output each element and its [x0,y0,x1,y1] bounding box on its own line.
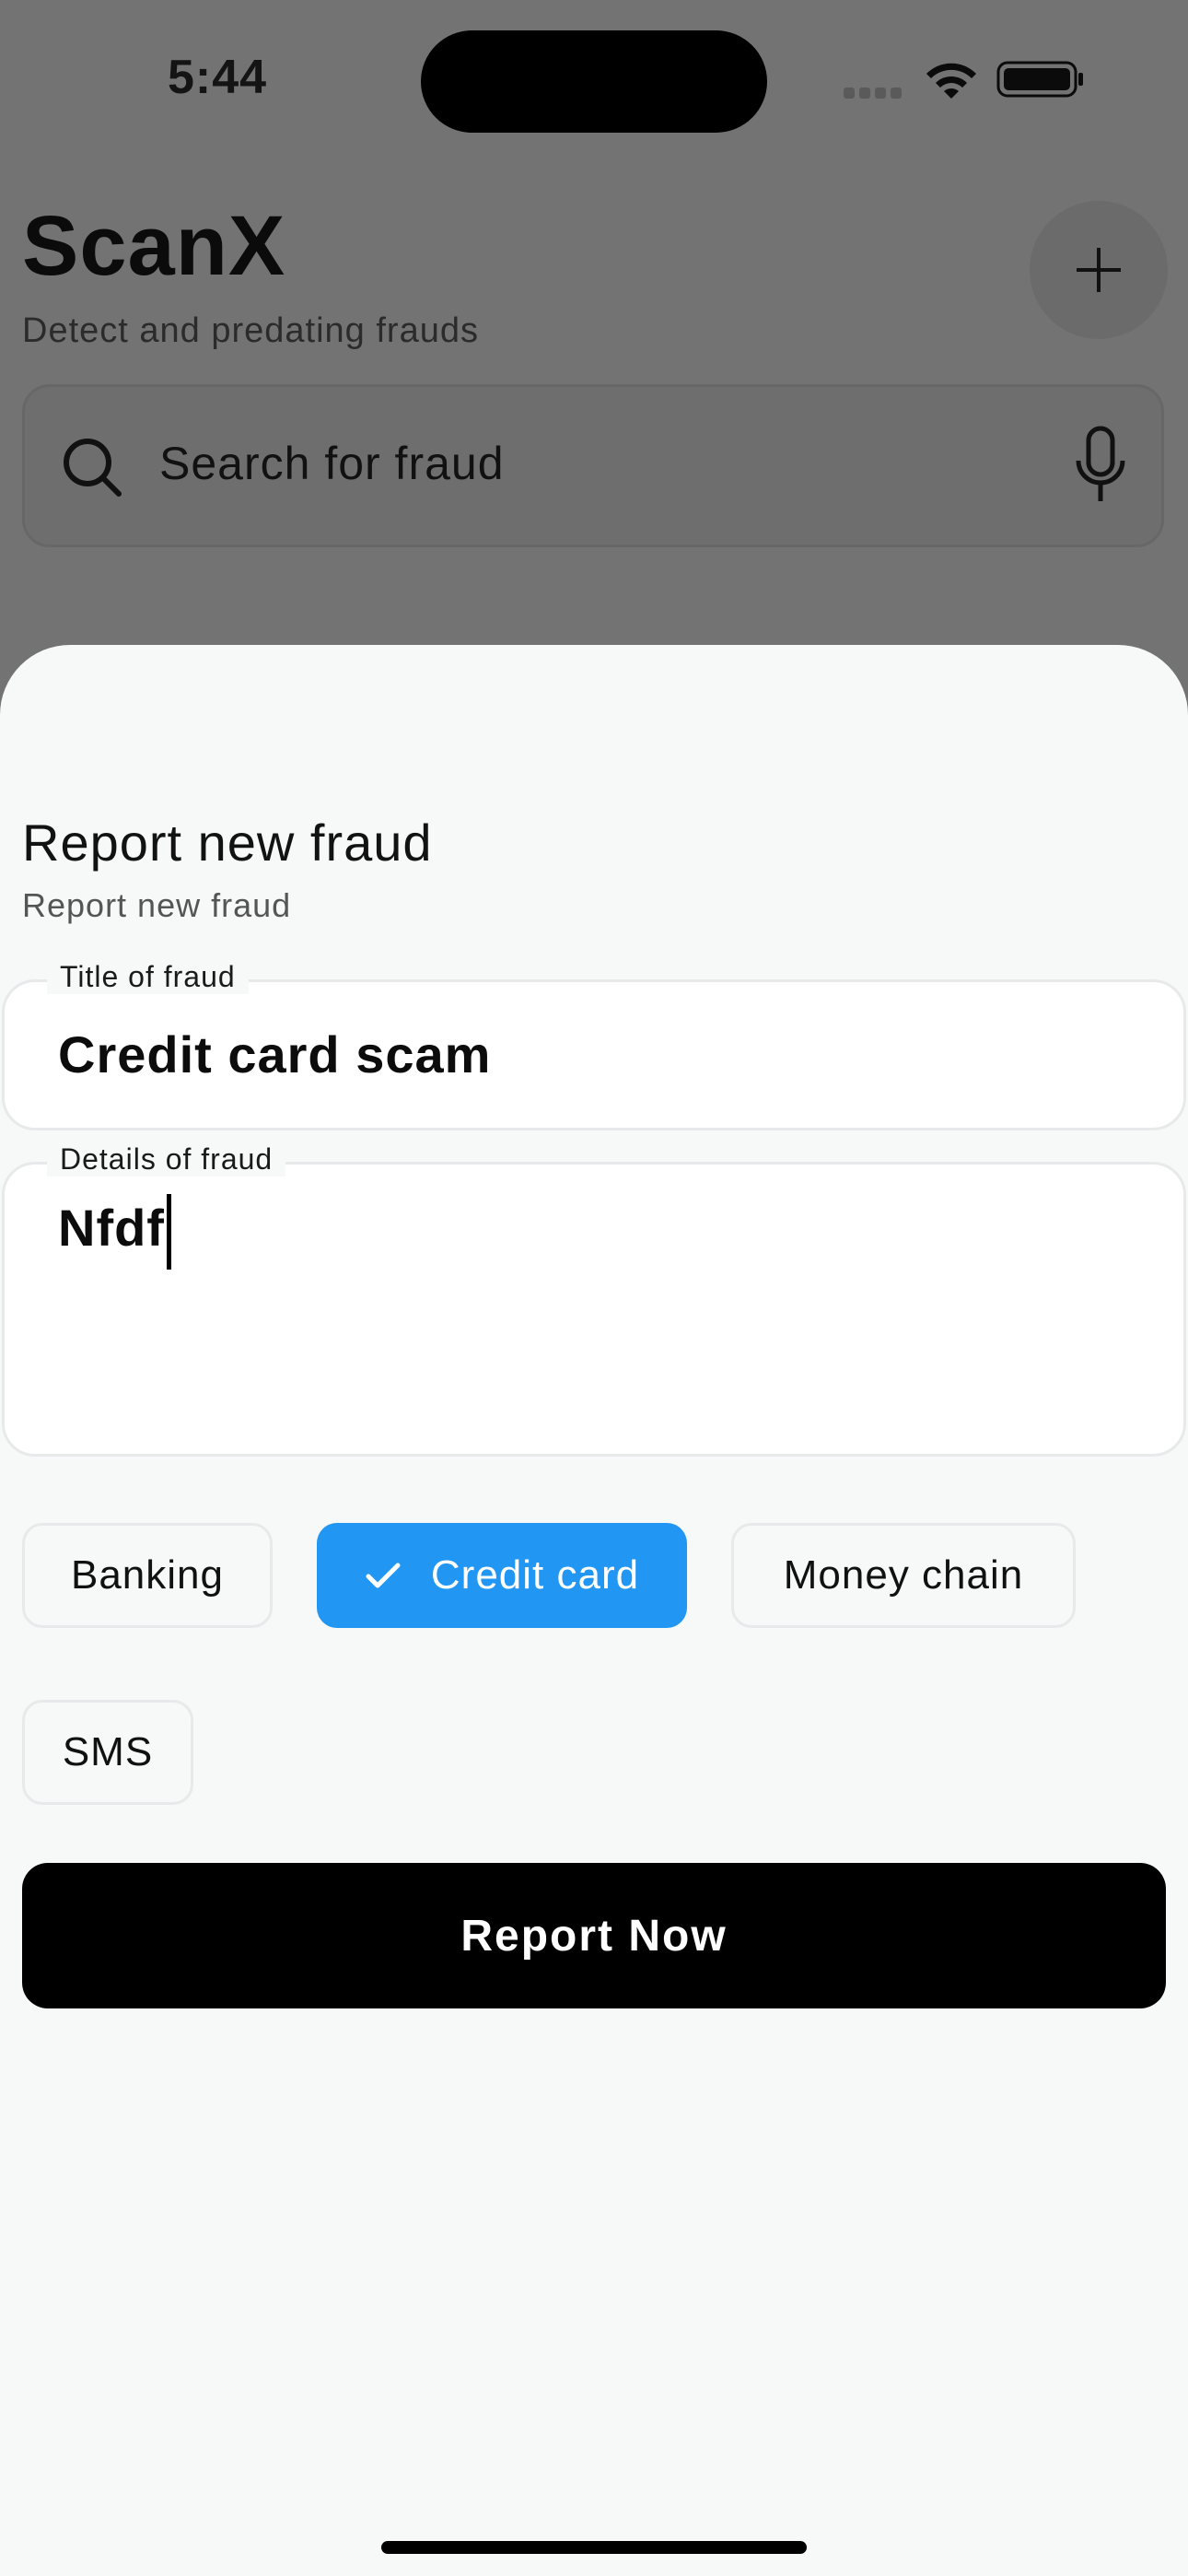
check-icon [365,1561,402,1590]
chip-label: Credit card [430,1552,640,1598]
search-icon [64,439,122,497]
report-now-button[interactable]: Report Now [22,1863,1166,2008]
sheet-subtitle: Report new fraud [22,886,292,924]
title-field-value[interactable]: Credit card scam [58,1025,491,1084]
sheet-title: Report new fraud [22,814,433,872]
search-input[interactable]: Search for fraud [159,437,505,490]
chip-label: SMS [62,1729,154,1774]
details-field-input[interactable]: Nfdf [58,1194,171,1270]
wifi-icon [926,63,976,99]
battery-icon [996,61,1083,98]
microphone-icon[interactable] [1073,426,1128,505]
chip-label: Money chain [783,1552,1024,1598]
chip-banking[interactable]: Banking [22,1523,273,1628]
app-title: ScanX [22,199,286,293]
chip-label: Banking [70,1552,224,1598]
dynamic-island [421,30,767,133]
title-field[interactable]: Title of fraud Credit card scam [2,960,1186,1130]
plus-icon [1077,248,1121,292]
signal-icon [844,87,908,99]
home-indicator [381,2541,807,2554]
title-field-label: Title of fraud [47,960,249,994]
chip-money-chain[interactable]: Money chain [731,1523,1076,1628]
report-sheet: Report new fraud Report new fraud Title … [0,645,1188,2576]
details-field-value: Nfdf [58,1198,165,1257]
chip-sms[interactable]: SMS [22,1700,193,1805]
search-bar[interactable]: Search for fraud [22,384,1164,547]
details-field[interactable]: Details of fraud Nfdf [2,1142,1186,1457]
chip-credit-card[interactable]: Credit card [317,1523,687,1628]
status-time: 5:44 [168,51,268,104]
add-button[interactable] [1030,201,1168,339]
text-cursor [166,1194,171,1270]
details-field-label: Details of fraud [47,1142,286,1177]
app-subtitle: Detect and predating frauds [22,311,479,350]
